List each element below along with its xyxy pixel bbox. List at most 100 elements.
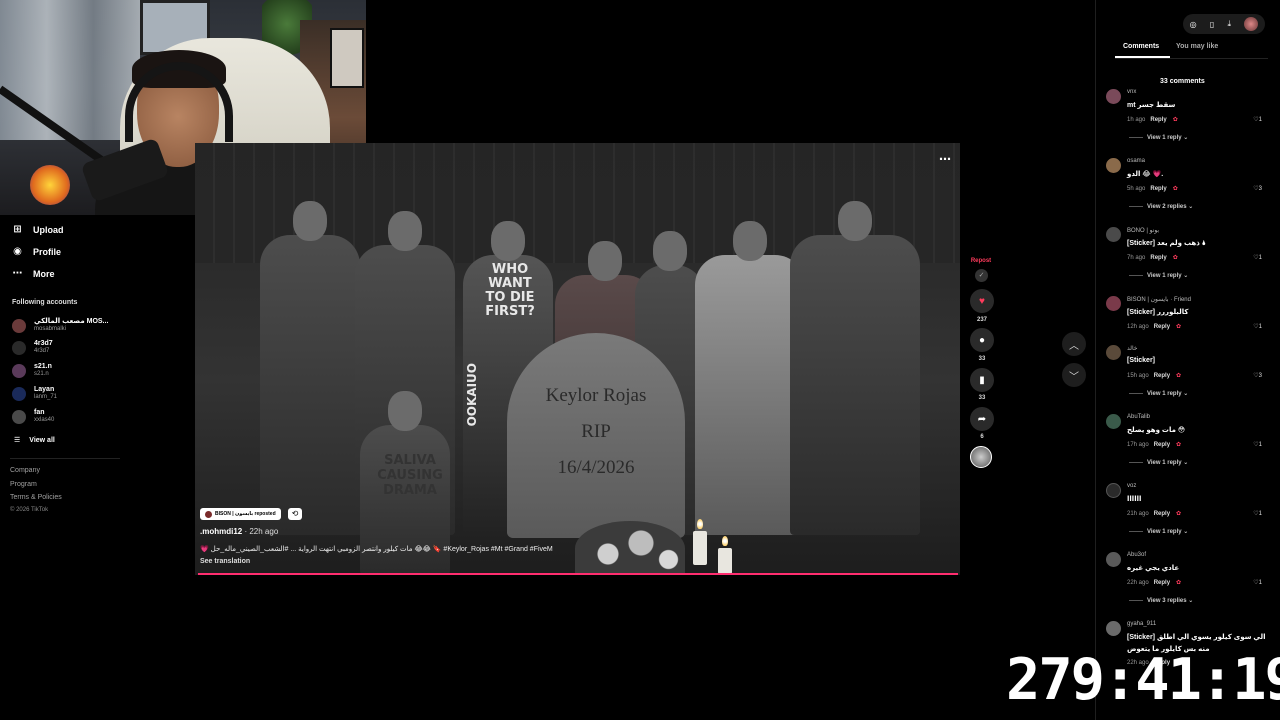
reply-button[interactable]: Reply <box>1154 373 1170 379</box>
footer-company[interactable]: Company <box>10 467 40 474</box>
next-video-button[interactable]: ﹀ <box>1062 363 1086 387</box>
reply-button[interactable]: Reply <box>1154 442 1170 448</box>
comment-like[interactable]: ♡1 <box>1253 323 1262 330</box>
comment-like[interactable]: ♡1 <box>1253 579 1262 586</box>
avatar[interactable] <box>1106 89 1121 104</box>
avatar[interactable] <box>1106 552 1121 567</box>
emoji-icon[interactable]: ✿ <box>1176 373 1181 379</box>
view-replies-button[interactable]: View 1 reply ⌄ <box>1129 272 1188 279</box>
more-options-button[interactable]: ⋯ <box>939 152 952 166</box>
nav-upload[interactable]: ⊞ Upload <box>12 224 63 235</box>
tab-comments[interactable]: Comments <box>1123 43 1159 50</box>
emoji-icon[interactable]: ✿ <box>1176 580 1181 586</box>
following-account[interactable]: fan xxlas40 <box>12 409 54 424</box>
comment-text: [Sticker] كالبلوررر <box>1127 309 1189 316</box>
see-translation-link[interactable]: See translation <box>200 558 250 565</box>
candle <box>718 548 732 574</box>
account-username: s21.n <box>34 371 49 377</box>
chevron-down-icon: ﹀ <box>1069 371 1079 383</box>
comment-like[interactable]: ♡1 <box>1253 254 1262 261</box>
avatar[interactable] <box>1106 296 1121 311</box>
nav-more[interactable]: ⋯ More <box>12 268 55 279</box>
stream-timer: 279:41:19 <box>1006 647 1280 713</box>
comment-like-count: 3 <box>1258 373 1262 379</box>
emoji-icon[interactable]: ✿ <box>1173 186 1178 192</box>
video-author[interactable]: .mohmdi12 · 22h ago <box>200 527 278 536</box>
video-figure <box>260 201 360 535</box>
phone-icon[interactable]: ▯ <box>1210 20 1214 29</box>
repost-icon[interactable]: ⟲ <box>288 508 302 520</box>
comment-meta: 15h ago Reply ✿ <box>1127 372 1181 379</box>
emoji-icon[interactable]: ✿ <box>1176 442 1181 448</box>
account-name: fan <box>34 409 45 416</box>
view-all-label: View all <box>29 436 55 444</box>
video-progress-bar[interactable] <box>198 573 958 575</box>
view-replies-button[interactable]: View 1 reply ⌄ <box>1129 459 1188 466</box>
view-replies-button[interactable]: View 3 replies ⌄ <box>1129 597 1193 604</box>
like-button[interactable]: ♥ <box>970 289 994 313</box>
comment-like[interactable]: ♡1 <box>1253 510 1262 517</box>
avatar[interactable] <box>1106 414 1121 429</box>
comment-username[interactable]: خالد <box>1127 345 1138 352</box>
avatar[interactable] <box>1106 227 1121 242</box>
comment-username[interactable]: BONO | بونو <box>1127 227 1159 234</box>
comment-text: [Sticker] الي سوى كيلور يسوي الي اطلق <box>1127 634 1266 641</box>
repost-badge[interactable]: BISON | بايسون reposted <box>200 508 281 520</box>
comment-like[interactable]: ♡1 <box>1253 441 1262 448</box>
comment-username[interactable]: osama <box>1127 158 1145 164</box>
comment-username[interactable]: gyaha_911 <box>1127 621 1156 627</box>
reply-button[interactable]: Reply <box>1150 255 1166 261</box>
video-figure <box>790 201 920 535</box>
emoji-icon[interactable]: ✿ <box>1176 324 1181 330</box>
view-replies-button[interactable]: View 1 reply ⌄ <box>1129 390 1188 397</box>
comment-age: 17h ago <box>1127 442 1149 448</box>
comment-button[interactable]: ● <box>970 328 994 352</box>
view-replies-button[interactable]: View 1 reply ⌄ <box>1129 528 1188 535</box>
following-account[interactable]: s21.n s21.n <box>12 363 52 378</box>
emoji-icon[interactable]: ✿ <box>1173 117 1178 123</box>
following-account[interactable]: Layan lanm_71 <box>12 386 57 401</box>
comment-username[interactable]: Abu3of <box>1127 552 1146 558</box>
reply-button[interactable]: Reply <box>1150 117 1166 123</box>
video-player[interactable]: WHO WANT TO DIE FIRST? SALIVA CAUSING DR… <box>195 143 960 575</box>
view-replies-button[interactable]: View 2 replies ⌄ <box>1129 203 1193 210</box>
compass-icon[interactable]: ◎ <box>1190 20 1197 29</box>
shirt-line: FIRST? <box>485 304 535 319</box>
comment-username[interactable]: BISON | بايسون · Friend <box>1127 296 1191 303</box>
account-username: xxlas40 <box>34 417 55 423</box>
following-account[interactable]: 4r3d7 4r3d7 <box>12 340 53 355</box>
comment-like[interactable]: ♡3 <box>1253 372 1262 379</box>
comment-username[interactable]: vnx <box>1127 89 1136 95</box>
emoji-icon[interactable]: ✿ <box>1176 511 1181 517</box>
nav-profile[interactable]: ◉ Profile <box>12 246 61 257</box>
reply-button[interactable]: Reply <box>1150 186 1166 192</box>
avatar[interactable] <box>1106 621 1121 636</box>
avatar[interactable] <box>1106 345 1121 360</box>
user-avatar[interactable] <box>1244 17 1259 31</box>
view-replies-button[interactable]: View 1 reply ⌄ <box>1129 134 1188 141</box>
following-account[interactable]: مصعب المالكي MOS... mosabmalki <box>12 318 108 333</box>
repost-check-icon[interactable]: ✓ <box>975 269 988 282</box>
comment-username[interactable]: voz <box>1127 483 1136 489</box>
comment-like[interactable]: ♡1 <box>1253 116 1262 123</box>
previous-video-button[interactable]: ︿ <box>1062 332 1086 356</box>
tab-you-may-like[interactable]: You may like <box>1176 43 1218 50</box>
emoji-icon[interactable]: ✿ <box>1173 255 1178 261</box>
download-icon[interactable]: ⤓ <box>1228 19 1232 29</box>
reply-button[interactable]: Reply <box>1154 580 1170 586</box>
reply-button[interactable]: Reply <box>1154 324 1170 330</box>
avatar <box>205 510 212 518</box>
comments-count: 33 comments <box>1160 78 1205 85</box>
save-button[interactable]: ▮ <box>970 368 994 392</box>
footer-terms[interactable]: Terms & Policies <box>10 494 62 501</box>
footer-program[interactable]: Program <box>10 481 37 488</box>
share-button[interactable]: ➦ <box>970 407 994 431</box>
creator-avatar[interactable] <box>970 446 992 468</box>
avatar[interactable] <box>1106 483 1121 498</box>
comment-username[interactable]: AbuTalib <box>1127 414 1150 420</box>
view-all-button[interactable]: ☰ View all <box>14 436 55 445</box>
comment-like[interactable]: ♡3 <box>1253 185 1262 192</box>
reply-button[interactable]: Reply <box>1154 511 1170 517</box>
avatar[interactable] <box>1106 158 1121 173</box>
comment-text: [Sticker] <box>1127 357 1156 364</box>
